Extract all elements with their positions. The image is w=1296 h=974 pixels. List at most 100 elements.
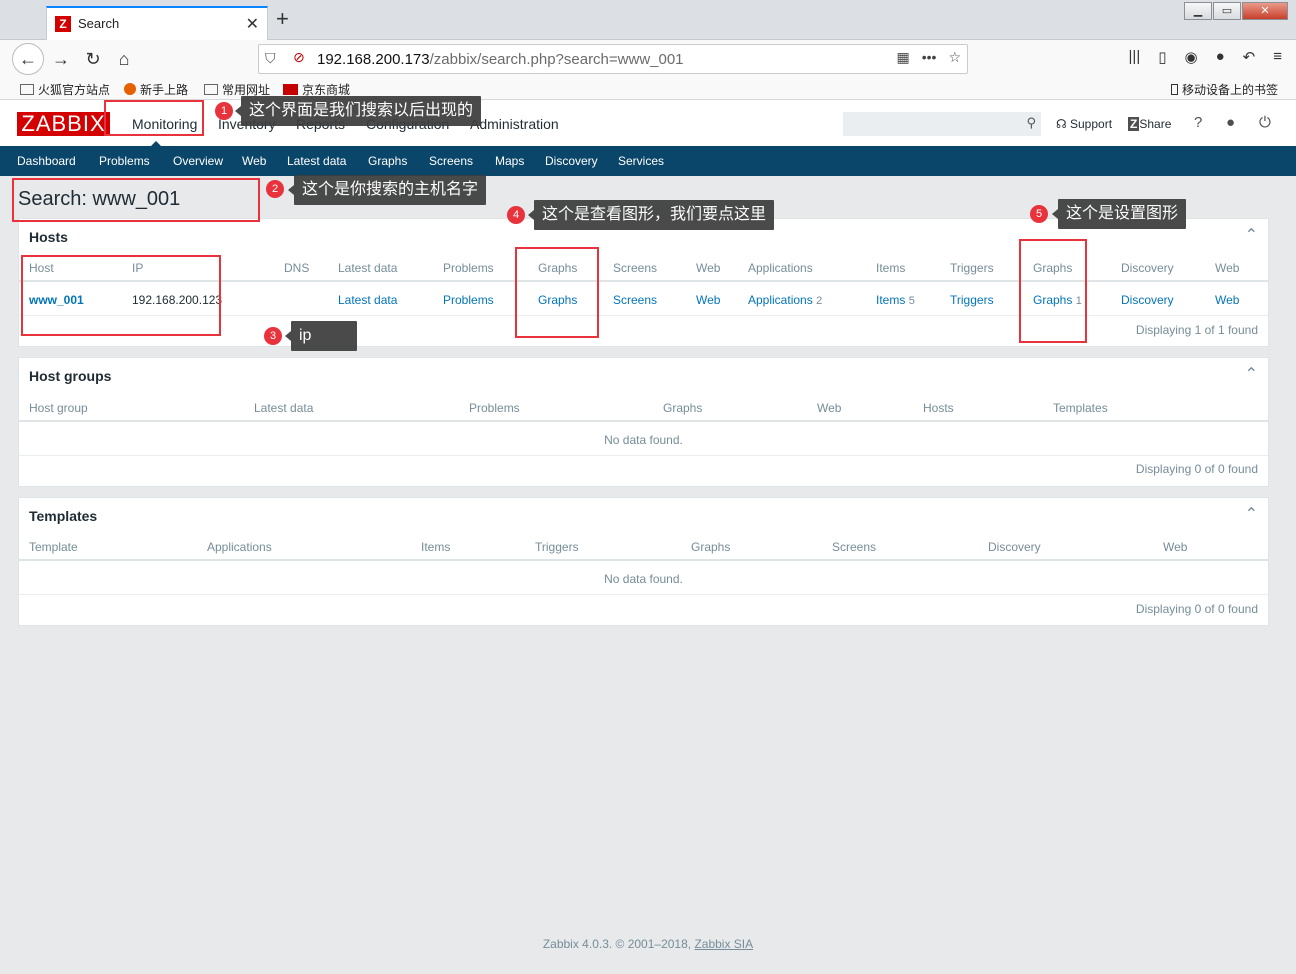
submenu-screens[interactable]: Screens — [429, 154, 473, 168]
support-link[interactable]: ☊ Support — [1056, 117, 1112, 131]
maximize-button[interactable]: ▭ — [1213, 2, 1241, 20]
reload-icon[interactable]: ↻ — [80, 47, 106, 71]
problems-link[interactable]: Problems — [443, 293, 494, 307]
collapse-chevron-icon[interactable]: ⌃ — [1245, 364, 1258, 384]
bookmark-label: 常用网址 — [222, 83, 271, 97]
submenu-graphs[interactable]: Graphs — [368, 154, 407, 168]
shield-icon[interactable]: ⛉ — [265, 50, 276, 67]
library-icon[interactable]: ||| — [1129, 48, 1141, 66]
widget-title: Templates — [29, 508, 98, 524]
browser-toolbar-right: ||| ▯ ◉ ● ↶ ≡ — [1129, 48, 1282, 66]
triggers-link[interactable]: Triggers — [950, 293, 994, 307]
submenu-maps[interactable]: Maps — [495, 154, 524, 168]
annotation-callout: 这个是设置图形 — [1051, 199, 1187, 229]
zabbix-sia-link[interactable]: Zabbix SIA — [694, 937, 753, 951]
annotation-box-graphs — [515, 247, 599, 338]
url-bar[interactable]: ⛉ ⊘ 192.168.200.173/zabbix/search.php?se… — [258, 44, 968, 74]
undo-icon[interactable]: ↶ — [1243, 48, 1256, 66]
window-close-button[interactable]: ✕ — [1242, 2, 1288, 20]
web-link[interactable]: Web — [696, 293, 720, 307]
config-web-link[interactable]: Web — [1215, 293, 1239, 307]
mobile-icon — [1170, 84, 1178, 95]
column-header: Graphs — [663, 401, 703, 415]
submenu-overview[interactable]: Overview — [173, 154, 223, 168]
bookmark-label: 移动设备上的书签 — [1181, 83, 1278, 97]
bookmarks-bar: 火狐官方站点 新手上路 常用网址 京东商城 移动设备上的书签 — [0, 78, 1296, 100]
collapse-chevron-icon[interactable]: ⌃ — [1245, 225, 1258, 245]
widget-title: Host groups — [29, 368, 112, 384]
sign-out-icon[interactable]: ⏻ — [1259, 114, 1271, 131]
qr-code-icon[interactable]: ▦ — [896, 49, 909, 66]
forward-arrow-icon[interactable]: → — [48, 47, 74, 71]
submenu-discovery[interactable]: Discovery — [545, 154, 598, 168]
page-footer: Zabbix 4.0.3. © 2001–2018, Zabbix SIA — [0, 937, 1296, 951]
items-count: 5 — [908, 295, 915, 307]
column-header[interactable]: Host group — [29, 401, 88, 415]
mobile-bookmarks[interactable]: 移动设备上的书签 — [1170, 81, 1278, 98]
annotation-box-monitoring — [104, 100, 204, 136]
monitoring-submenu: Dashboard Problems Overview Web Latest d… — [0, 146, 1296, 176]
widget-title: Hosts — [29, 229, 68, 245]
zabbix-logo[interactable]: ZABBIX — [17, 112, 110, 136]
displaying-count: Displaying 0 of 0 found — [1135, 462, 1258, 476]
table-header: Template Applications Items Triggers Gra… — [19, 531, 1268, 561]
submenu-latest-data[interactable]: Latest data — [287, 154, 346, 168]
search-input[interactable] — [844, 113, 1014, 135]
close-tab-icon[interactable]: ✕ — [246, 14, 259, 34]
applications-count: 2 — [816, 295, 823, 307]
bookmark-star-icon[interactable]: ☆ — [948, 49, 961, 66]
minimize-button[interactable]: ▁ — [1184, 2, 1212, 20]
top-menu-administration[interactable]: Administration — [470, 116, 559, 132]
bookmark-item[interactable]: 火狐官方站点 — [20, 81, 110, 98]
account-icon[interactable]: ◉ — [1185, 48, 1198, 66]
column-header: Hosts — [923, 401, 954, 415]
displaying-count: Displaying 1 of 1 found — [1135, 323, 1258, 337]
submenu-web[interactable]: Web — [242, 154, 266, 168]
support-label: Support — [1070, 117, 1113, 131]
browser-tab[interactable]: Z Search ✕ — [46, 6, 268, 40]
column-header[interactable]: DNS — [284, 261, 309, 275]
jd-icon — [283, 84, 298, 95]
column-header: Latest data — [254, 401, 314, 415]
home-icon[interactable]: ⌂ — [111, 47, 137, 71]
column-header: Discovery — [988, 540, 1041, 554]
column-header: Applications — [207, 540, 272, 554]
browser-navbar: ← → ↻ ⌂ ⛉ ⊘ 192.168.200.173/zabbix/searc… — [0, 40, 1296, 78]
chat-icon[interactable]: ● — [1216, 48, 1225, 66]
annotation-badge: 4 — [507, 206, 525, 224]
sidebar-icon[interactable]: ▯ — [1158, 48, 1166, 66]
insecure-lock-icon[interactable]: ⊘ — [293, 49, 305, 66]
column-header: Web — [817, 401, 842, 415]
url-host: 192.168.200.173 — [317, 51, 430, 68]
bookmark-label: 新手上路 — [140, 83, 189, 97]
annotation-callout: ip — [285, 321, 357, 351]
menu-icon[interactable]: ≡ — [1273, 48, 1282, 66]
templates-widget: Templates ⌃ Template Applications Items … — [18, 497, 1269, 626]
bookmark-item[interactable]: 新手上路 — [124, 81, 188, 98]
submenu-problems[interactable]: Problems — [99, 154, 150, 168]
collapse-chevron-icon[interactable]: ⌃ — [1245, 504, 1258, 524]
applications-link[interactable]: Applications — [748, 293, 813, 307]
table-row: No data found. — [19, 563, 1268, 595]
latest-data-link[interactable]: Latest data — [338, 293, 397, 307]
column-header[interactable]: Template — [29, 540, 78, 554]
column-header: Templates — [1053, 401, 1108, 415]
submenu-dashboard[interactable]: Dashboard — [17, 154, 76, 168]
share-link[interactable]: Z Share — [1128, 117, 1171, 131]
screens-link[interactable]: Screens — [613, 293, 657, 307]
new-tab-icon[interactable]: + — [276, 6, 289, 32]
url-text[interactable]: 192.168.200.173/zabbix/search.php?search… — [317, 51, 684, 68]
no-data-message: No data found. — [604, 572, 683, 586]
submenu-services[interactable]: Services — [618, 154, 664, 168]
discovery-link[interactable]: Discovery — [1121, 293, 1174, 307]
column-header: Triggers — [950, 261, 994, 275]
url-tools: ▦ ••• ☆ — [896, 49, 961, 66]
search-icon[interactable]: ⚲ — [1026, 115, 1036, 131]
back-arrow-icon[interactable]: ← — [12, 43, 44, 75]
items-link[interactable]: Items — [876, 293, 905, 307]
page-actions-icon[interactable]: ••• — [922, 49, 937, 66]
folder-icon — [204, 84, 218, 95]
user-profile-icon[interactable]: ● — [1226, 114, 1235, 131]
column-header: Graphs — [691, 540, 731, 554]
help-icon[interactable]: ? — [1194, 114, 1202, 131]
